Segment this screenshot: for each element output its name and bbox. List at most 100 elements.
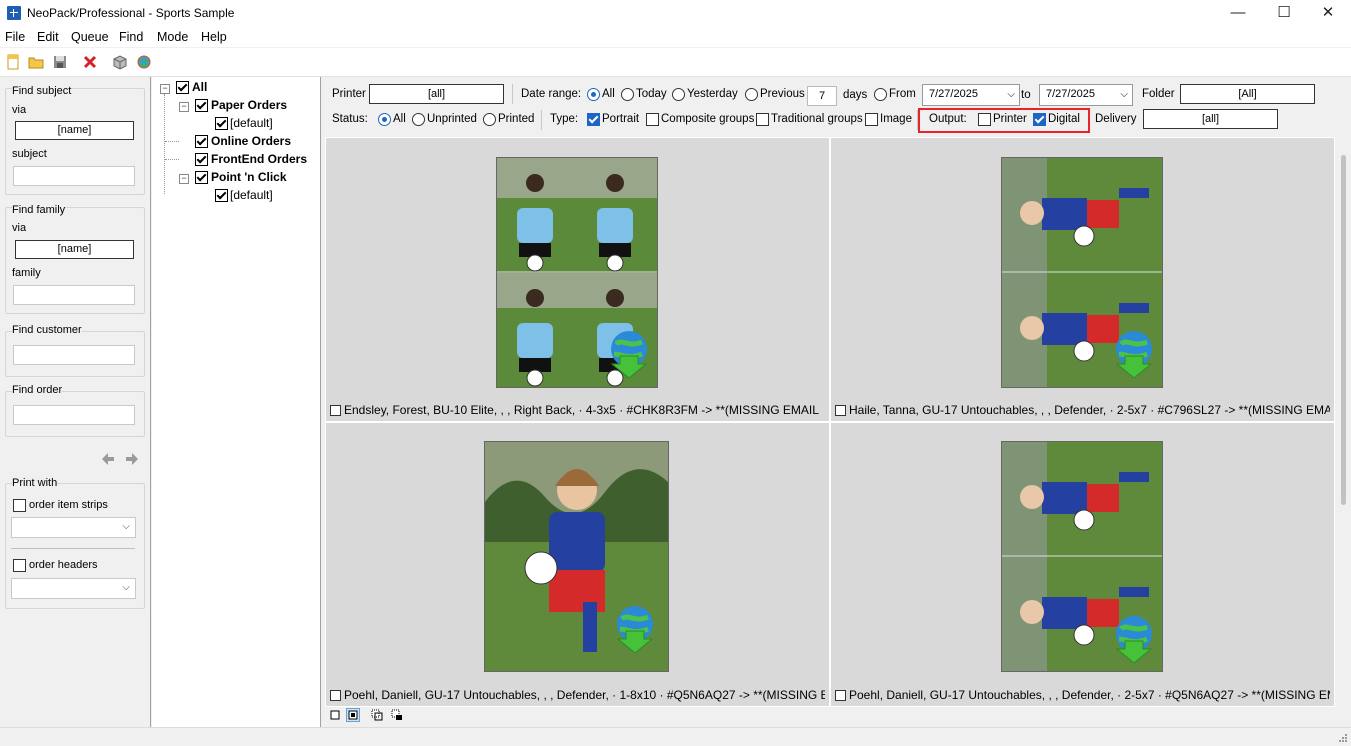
- type-traditional-checkbox[interactable]: [756, 113, 769, 126]
- find-family-via-select[interactable]: [name]: [15, 240, 134, 259]
- order-thumbnail-grid: Endsley, Forest, BU-10 Elite, , , Right …: [325, 137, 1335, 707]
- new-icon[interactable]: [5, 54, 21, 70]
- zoom-out-icon[interactable]: [371, 709, 383, 721]
- date-today-radio[interactable]: [621, 88, 634, 101]
- resize-grip-icon[interactable]: [1337, 732, 1347, 742]
- back-arrow-icon[interactable]: [100, 451, 116, 467]
- menu-mode[interactable]: Mode: [157, 30, 188, 44]
- type-portrait-label: Portrait: [602, 113, 640, 125]
- single-view-icon[interactable]: [329, 709, 341, 721]
- menu-file[interactable]: File: [5, 30, 25, 44]
- order-cell[interactable]: Poehl, Daniell, GU-17 Untouchables, , , …: [831, 423, 1334, 706]
- chevron-down-icon: ⌵: [122, 582, 130, 593]
- lock-view-icon[interactable]: [391, 709, 403, 721]
- tree-check-pnc-default[interactable]: [215, 189, 228, 202]
- find-subject-via-select[interactable]: [name]: [15, 121, 134, 140]
- order-select-checkbox[interactable]: [330, 405, 341, 416]
- order-item-strips-select[interactable]: ⌵: [11, 517, 136, 538]
- status-printed-radio[interactable]: [483, 113, 496, 126]
- find-customer-input[interactable]: [13, 345, 135, 365]
- delivery-select[interactable]: [all]: [1143, 109, 1278, 129]
- order-select-checkbox[interactable]: [835, 690, 846, 701]
- close-button[interactable]: ✕: [1305, 0, 1351, 27]
- status-unprinted-radio[interactable]: [412, 113, 425, 126]
- order-caption-text: Haile, Tanna, GU-17 Untouchables, , , De…: [849, 403, 1330, 417]
- order-caption-text: Endsley, Forest, BU-10 Elite, , , Right …: [344, 403, 819, 417]
- tree-item-paper-default[interactable]: [default]: [230, 116, 273, 130]
- order-cell[interactable]: Poehl, Daniell, GU-17 Untouchables, , , …: [326, 423, 829, 706]
- order-cell[interactable]: Endsley, Forest, BU-10 Elite, , , Right …: [326, 138, 829, 421]
- tree-item-point-n-click[interactable]: Point 'n Click: [211, 170, 287, 184]
- tree-item-all[interactable]: All: [192, 80, 207, 94]
- order-caption: Poehl, Daniell, GU-17 Untouchables, , , …: [835, 688, 1330, 702]
- printer-select[interactable]: [all]: [369, 84, 504, 104]
- order-headers-select[interactable]: ⌵: [11, 578, 136, 599]
- date-all-radio[interactable]: [587, 88, 600, 101]
- order-headers-checkbox[interactable]: [13, 559, 26, 572]
- collapse-icon[interactable]: −: [160, 84, 170, 94]
- tree-check-all[interactable]: [176, 81, 189, 94]
- type-composite-label: Composite groups: [661, 113, 755, 125]
- date-previous-radio[interactable]: [745, 88, 758, 101]
- date-yesterday-radio[interactable]: [672, 88, 685, 101]
- find-family-title: Find family: [12, 204, 66, 216]
- status-bar: [0, 727, 1351, 746]
- to-date-picker[interactable]: 7/27/2025 ⌵: [1039, 84, 1133, 106]
- order-caption-text: Poehl, Daniell, GU-17 Untouchables, , , …: [849, 688, 1330, 702]
- days-input[interactable]: 7: [807, 86, 837, 106]
- tree-item-pnc-default[interactable]: [default]: [230, 188, 273, 202]
- title-bar: NeoPack/Professional - Sports Sample — ☐…: [0, 0, 1351, 27]
- menu-find[interactable]: Find: [119, 30, 143, 44]
- order-select-checkbox[interactable]: [330, 690, 341, 701]
- order-cell[interactable]: Haile, Tanna, GU-17 Untouchables, , , De…: [831, 138, 1334, 421]
- type-composite-checkbox[interactable]: [646, 113, 659, 126]
- from-date-picker[interactable]: 7/27/2025 ⌵: [922, 84, 1020, 106]
- menu-edit[interactable]: Edit: [37, 30, 59, 44]
- tree-check-paper-orders[interactable]: [195, 99, 208, 112]
- tree-check-online-orders[interactable]: [195, 135, 208, 148]
- folder-select[interactable]: [All]: [1180, 84, 1315, 104]
- package-icon[interactable]: [112, 54, 128, 70]
- find-family-input[interactable]: [13, 285, 135, 305]
- open-icon[interactable]: [28, 54, 44, 70]
- left-search-pane: Find subject via [name] subject Find fam…: [0, 77, 151, 727]
- type-portrait-checkbox[interactable]: [587, 113, 600, 126]
- menu-queue[interactable]: Queue: [71, 30, 109, 44]
- menu-help[interactable]: Help: [201, 30, 227, 44]
- maximize-button[interactable]: ☐: [1261, 0, 1307, 27]
- window-title: NeoPack/Professional - Sports Sample: [27, 6, 235, 20]
- delete-icon[interactable]: [82, 54, 98, 70]
- scrollbar-thumb[interactable]: [1341, 155, 1346, 505]
- find-subject-input[interactable]: [13, 166, 135, 186]
- date-from-radio[interactable]: [874, 88, 887, 101]
- order-item-strips-checkbox[interactable]: [13, 499, 26, 512]
- tree-check-point-n-click[interactable]: [195, 171, 208, 184]
- grid-view-icon[interactable]: [346, 708, 360, 722]
- globe-icon[interactable]: [136, 54, 152, 70]
- find-subject-field-label: subject: [12, 148, 47, 160]
- tree-check-frontend-orders[interactable]: [195, 153, 208, 166]
- collapse-icon[interactable]: −: [179, 102, 189, 112]
- find-order-input[interactable]: [13, 405, 135, 425]
- collapse-icon[interactable]: −: [179, 174, 189, 184]
- vertical-scrollbar[interactable]: [1337, 137, 1351, 707]
- status-all-radio[interactable]: [378, 113, 391, 126]
- filter-bar: Printer [all] Date range: All Today Yest…: [325, 80, 1335, 134]
- type-label: Type:: [550, 113, 579, 125]
- order-caption: Haile, Tanna, GU-17 Untouchables, , , De…: [835, 403, 1330, 417]
- tree-item-frontend-orders[interactable]: FrontEnd Orders: [211, 152, 307, 166]
- order-select-checkbox[interactable]: [835, 405, 846, 416]
- tree-item-paper-orders[interactable]: Paper Orders: [211, 98, 287, 112]
- order-caption: Poehl, Daniell, GU-17 Untouchables, , , …: [330, 688, 825, 702]
- forward-arrow-icon[interactable]: [124, 451, 140, 467]
- find-subject-title: Find subject: [12, 85, 72, 97]
- minimize-button[interactable]: —: [1215, 0, 1261, 27]
- separator: [512, 84, 513, 104]
- save-icon[interactable]: [52, 54, 68, 70]
- type-image-checkbox[interactable]: [865, 113, 878, 126]
- tree-item-online-orders[interactable]: Online Orders: [211, 134, 291, 148]
- view-mode-bar: [325, 707, 1335, 725]
- tree-check-paper-default[interactable]: [215, 117, 228, 130]
- printer-label: Printer: [332, 88, 366, 100]
- date-all-label: All: [602, 88, 615, 100]
